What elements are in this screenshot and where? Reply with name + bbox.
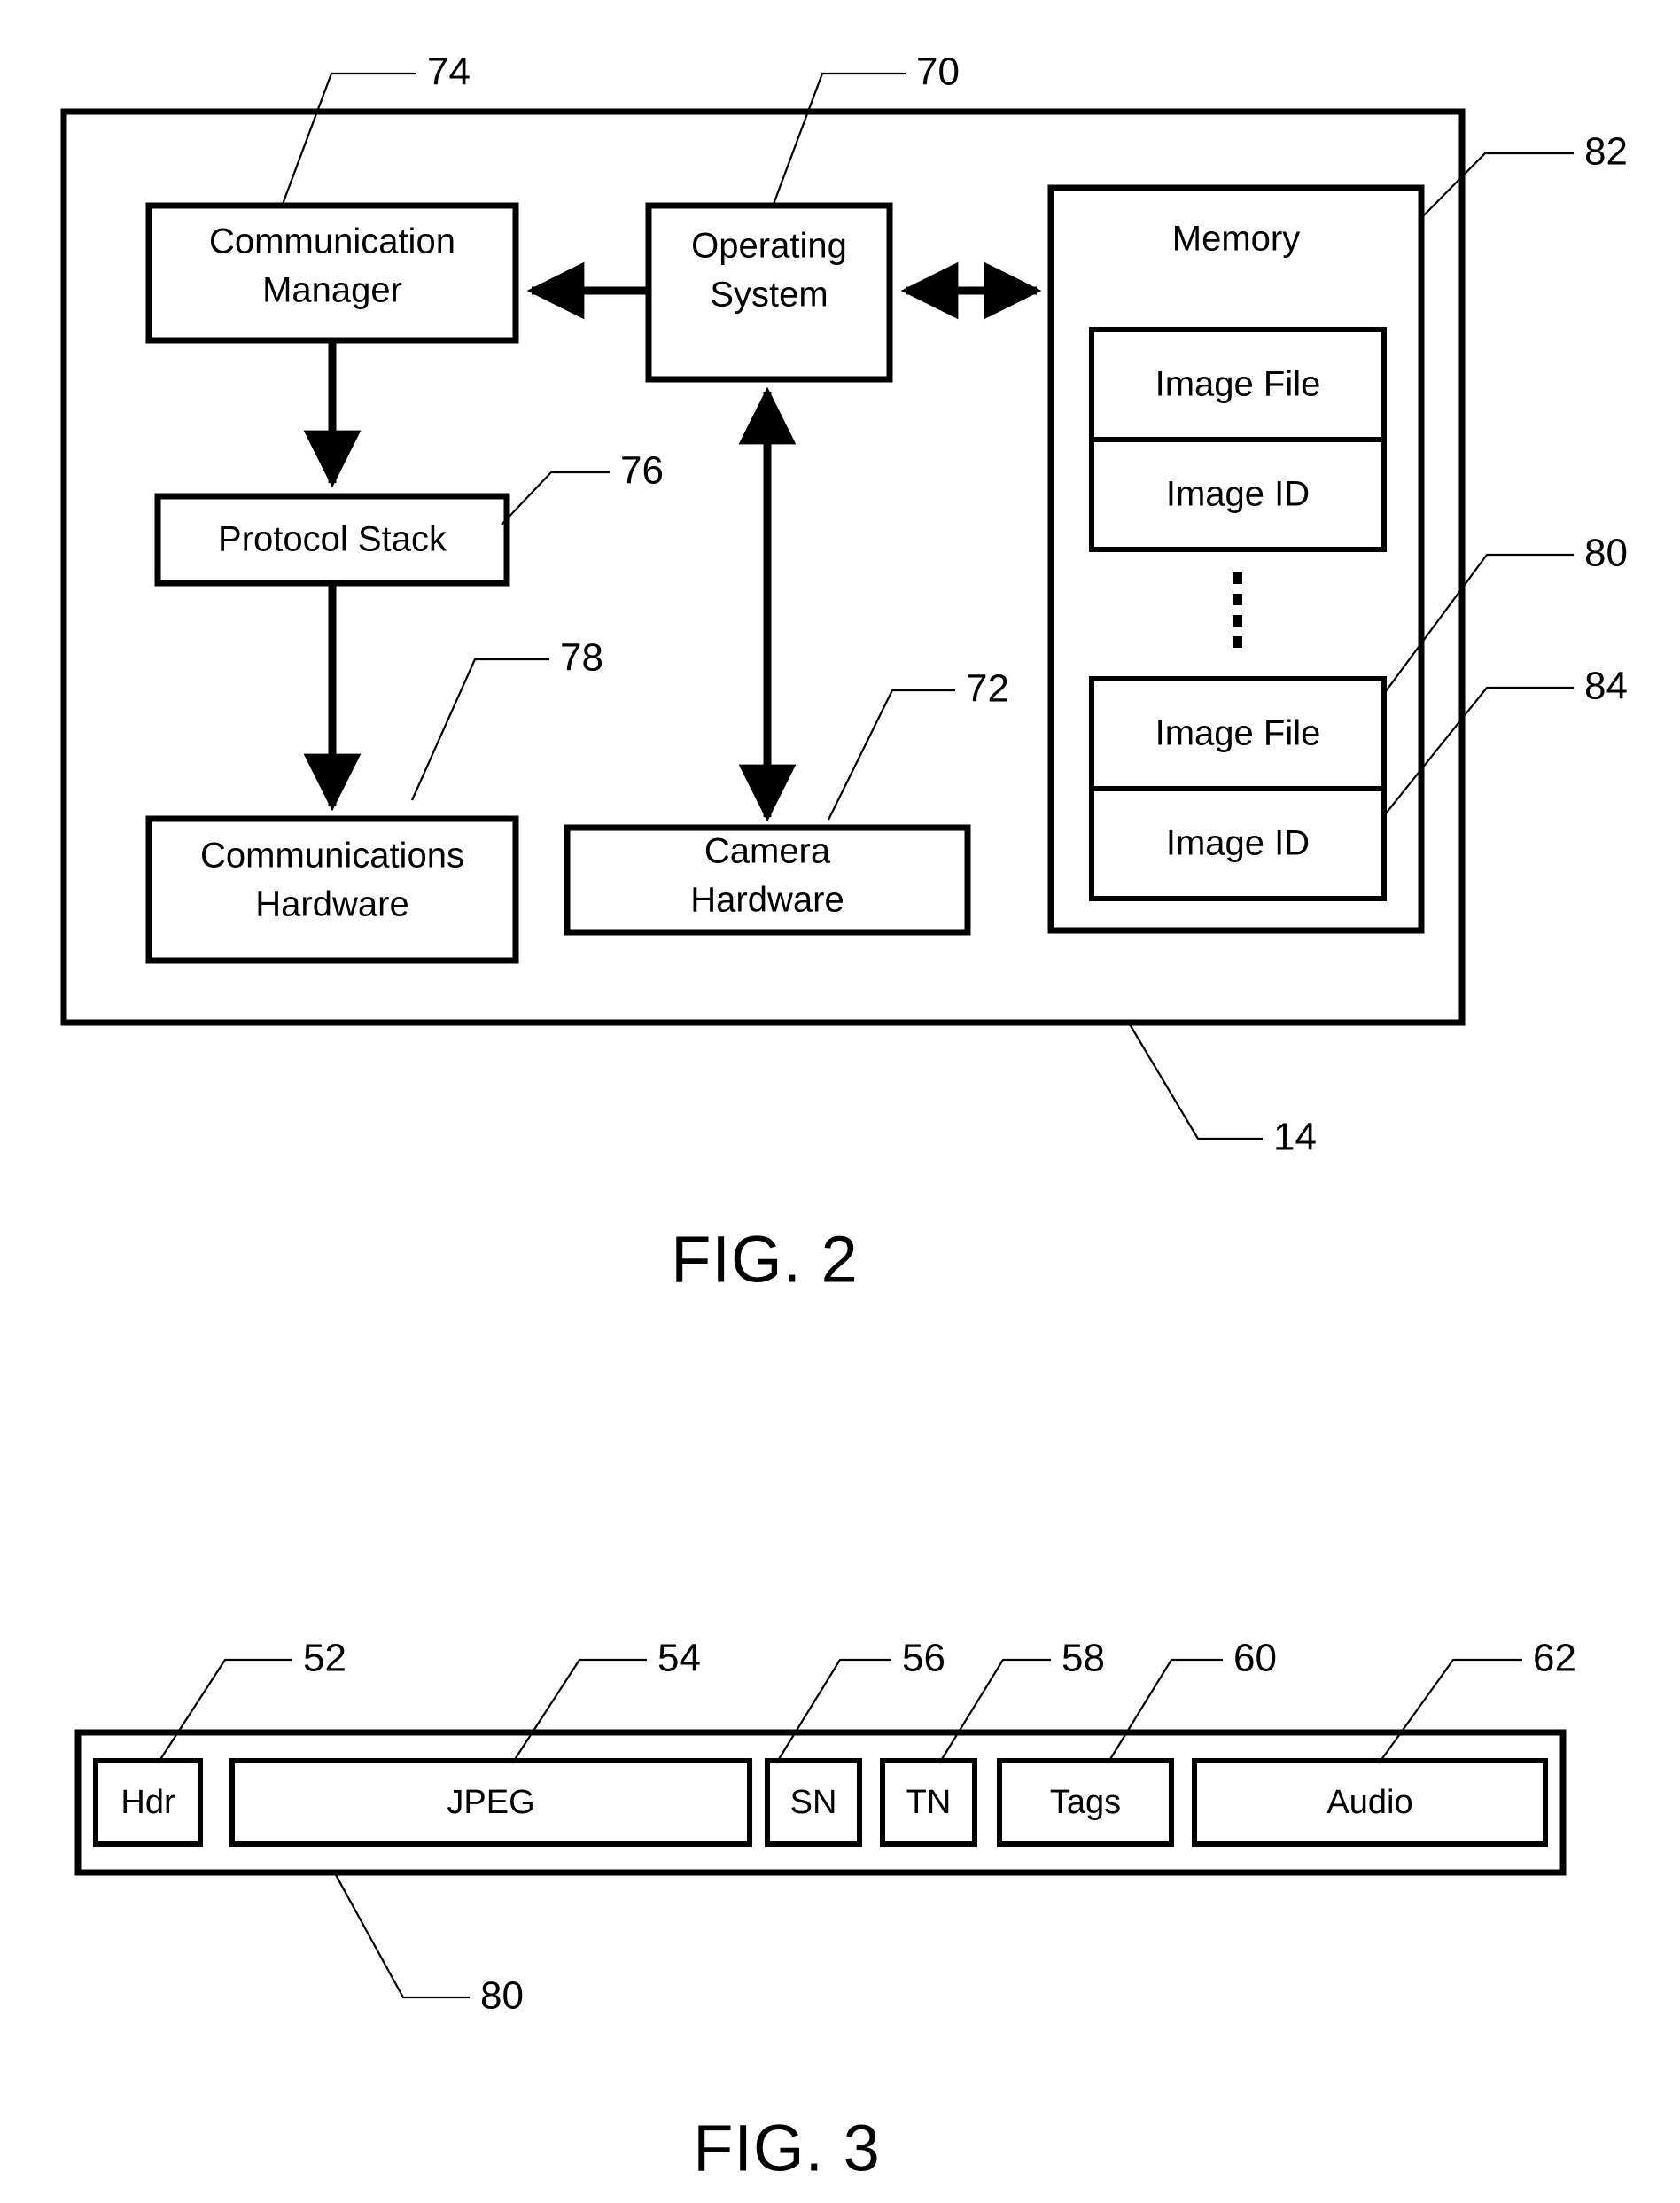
segment-tn-label: TN <box>906 1784 952 1821</box>
segment-sn-label: SN <box>790 1784 837 1821</box>
ref-number-76: 76 <box>620 449 664 493</box>
ref-number-84: 84 <box>1584 665 1628 708</box>
patent-figure-page: Communication Manager Operating System P… <box>0 0 1680 2203</box>
segment-hdr-label: Hdr <box>121 1784 175 1821</box>
communication-manager-label-line2: Manager <box>262 271 402 310</box>
figure-2-and-3-canvas: Communication Manager Operating System P… <box>60 51 1628 2185</box>
memory-record-2-image-file-label: Image File <box>1155 714 1321 753</box>
ref-number-70: 70 <box>916 51 960 94</box>
ref-number-72: 72 <box>966 667 1009 711</box>
communications-hardware-label-line2: Hardware <box>255 885 408 924</box>
communications-hardware-label-line1: Communications <box>200 837 464 876</box>
ref-number-14: 14 <box>1273 1116 1317 1159</box>
segment-audio-label: Audio <box>1326 1784 1412 1821</box>
ref-number-62: 62 <box>1533 1637 1576 1680</box>
ref-number-74: 74 <box>427 51 471 94</box>
segment-tags-label: Tags <box>1050 1784 1121 1821</box>
memory-record-2-image-id-label: Image ID <box>1166 824 1310 863</box>
segment-jpeg-label: JPEG <box>447 1784 534 1821</box>
leader-line-80-file <box>334 1872 470 1999</box>
protocol-stack-label: Protocol Stack <box>218 520 447 559</box>
ref-number-58: 58 <box>1062 1637 1105 1680</box>
memory-record-1-image-id-label: Image ID <box>1166 475 1310 514</box>
communication-manager-label-line1: Communication <box>209 222 455 261</box>
ref-number-60: 60 <box>1233 1637 1277 1680</box>
memory-title-label: Memory <box>1172 220 1300 259</box>
figure-2-caption: FIG. 2 <box>671 1223 859 1296</box>
ref-number-82: 82 <box>1584 130 1628 174</box>
figure-3-caption: FIG. 3 <box>693 2112 881 2185</box>
leader-line-14 <box>1129 1024 1263 1140</box>
ref-number-56: 56 <box>902 1637 945 1680</box>
operating-system-label-line1: Operating <box>691 227 847 266</box>
ref-number-78: 78 <box>560 636 603 680</box>
operating-system-label-line2: System <box>710 276 828 315</box>
memory-record-1-image-file-label: Image File <box>1155 365 1321 404</box>
ref-number-80-memory: 80 <box>1584 532 1628 575</box>
ref-number-54: 54 <box>657 1637 701 1680</box>
camera-hardware-label-line1: Camera <box>704 832 831 871</box>
ref-number-52: 52 <box>303 1637 346 1680</box>
ref-number-80-file: 80 <box>480 1974 524 2018</box>
camera-hardware-label-line2: Hardware <box>690 881 844 920</box>
